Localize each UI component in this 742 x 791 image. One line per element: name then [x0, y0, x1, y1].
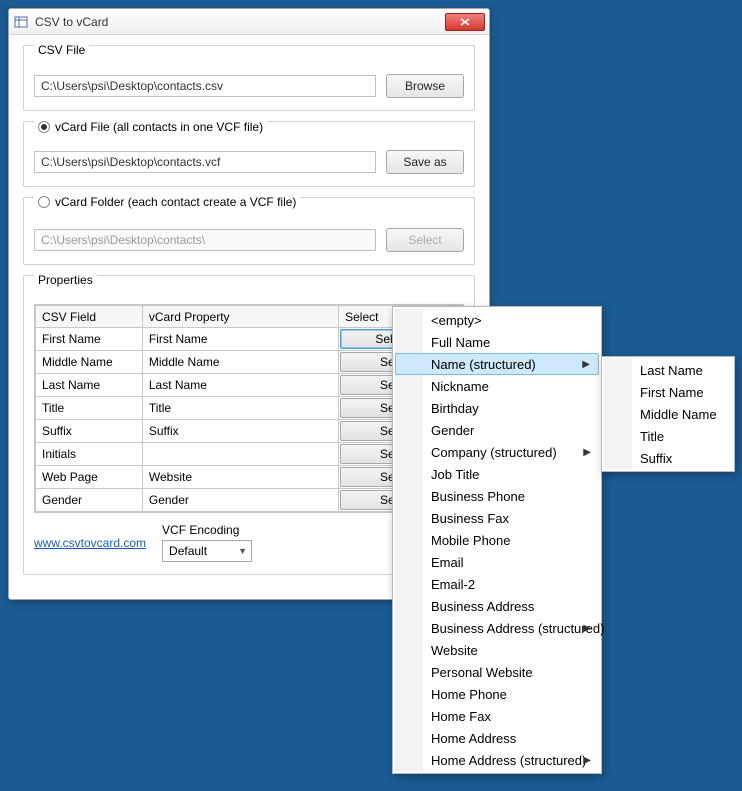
save-as-button[interactable]: Save as: [386, 150, 464, 174]
csv-field-cell: Initials: [36, 443, 143, 466]
submenu-arrow-icon: ▶: [583, 447, 591, 458]
csv-field-cell: Last Name: [36, 374, 143, 397]
vcard-property-cell: First Name: [142, 328, 338, 351]
close-button[interactable]: [445, 13, 485, 31]
menu-item[interactable]: Nickname: [395, 375, 599, 397]
window-title: CSV to vCard: [35, 15, 445, 29]
folder-select-button: Select: [386, 228, 464, 252]
radio-vcard-folder[interactable]: vCard Folder (each contact create a VCF …: [34, 195, 300, 209]
radio-vcard-file-label: vCard File (all contacts in one VCF file…: [55, 120, 263, 134]
submenu-arrow-icon: ▶: [583, 623, 591, 634]
col-csv-header: CSV Field: [36, 306, 143, 328]
table-row: GenderGenderSele: [36, 489, 446, 512]
menu-item[interactable]: Middle Name: [604, 403, 732, 425]
menu-item[interactable]: Home Address: [395, 727, 599, 749]
table-row: Last NameLast NameSele: [36, 374, 446, 397]
menu-item[interactable]: Mobile Phone: [395, 529, 599, 551]
table-row: Web PageWebsiteSele: [36, 466, 446, 489]
group-vcard-file: vCard File (all contacts in one VCF file…: [23, 121, 475, 187]
site-link[interactable]: www.csvtovcard.com: [34, 536, 146, 550]
submenu-arrow-icon: ▶: [582, 359, 590, 370]
vcard-property-cell: Title: [142, 397, 338, 420]
vcard-property-cell: Middle Name: [142, 351, 338, 374]
menu-item[interactable]: Birthday: [395, 397, 599, 419]
table-row: First NameFirst NameSelect: [36, 328, 446, 351]
vcf-path-input[interactable]: [34, 151, 376, 173]
table-row: SuffixSuffixSele: [36, 420, 446, 443]
table-row: InitialsSele: [36, 443, 446, 466]
properties-table: CSV Field vCard Property Select First Na…: [35, 305, 446, 512]
menu-item[interactable]: Home Phone: [395, 683, 599, 705]
col-vcard-header: vCard Property: [142, 306, 338, 328]
menu-item[interactable]: Gender: [395, 419, 599, 441]
menu-item[interactable]: Business Address (structured)▶: [395, 617, 599, 639]
menu-item[interactable]: Suffix: [604, 447, 732, 469]
csv-field-cell: Middle Name: [36, 351, 143, 374]
menu-item[interactable]: Full Name: [395, 331, 599, 353]
submenu-arrow-icon: ▶: [583, 755, 591, 766]
encoding-value: Default: [169, 544, 207, 558]
vcard-property-cell: [142, 443, 338, 466]
app-icon: [13, 14, 29, 30]
table-row: Middle NameMiddle NameSele: [36, 351, 446, 374]
menu-item[interactable]: Company (structured)▶: [395, 441, 599, 463]
menu-item[interactable]: Last Name: [604, 359, 732, 381]
name-structured-submenu: Last NameFirst NameMiddle NameTitleSuffi…: [601, 356, 735, 472]
vcard-property-cell: Last Name: [142, 374, 338, 397]
menu-item[interactable]: Email-2: [395, 573, 599, 595]
menu-item[interactable]: Home Address (structured)▶: [395, 749, 599, 771]
chevron-down-icon: ▼: [238, 546, 247, 556]
radio-icon: [38, 121, 50, 133]
menu-item[interactable]: Website: [395, 639, 599, 661]
csv-path-input[interactable]: [34, 75, 376, 97]
radio-icon: [38, 196, 50, 208]
menu-item[interactable]: Name (structured)▶: [395, 353, 599, 375]
table-row: TitleTitleSele: [36, 397, 446, 420]
browse-button[interactable]: Browse: [386, 74, 464, 98]
group-properties-label: Properties: [34, 273, 97, 287]
encoding-dropdown[interactable]: Default ▼: [162, 540, 252, 562]
group-csv-file: CSV File Browse: [23, 45, 475, 111]
menu-item[interactable]: Business Fax: [395, 507, 599, 529]
menu-item[interactable]: Email: [395, 551, 599, 573]
vcard-property-cell: Suffix: [142, 420, 338, 443]
menu-item[interactable]: Business Phone: [395, 485, 599, 507]
encoding-label: VCF Encoding: [162, 523, 252, 537]
vcard-property-cell: Gender: [142, 489, 338, 512]
radio-vcard-folder-label: vCard Folder (each contact create a VCF …: [55, 195, 296, 209]
csv-field-cell: First Name: [36, 328, 143, 351]
menu-item[interactable]: Personal Website: [395, 661, 599, 683]
menu-item[interactable]: Job Title: [395, 463, 599, 485]
group-vcard-folder: vCard Folder (each contact create a VCF …: [23, 197, 475, 265]
menu-item[interactable]: Title: [604, 425, 732, 447]
menu-item[interactable]: <empty>: [395, 309, 599, 331]
group-csv-label: CSV File: [34, 43, 89, 57]
menu-item[interactable]: First Name: [604, 381, 732, 403]
csv-field-cell: Web Page: [36, 466, 143, 489]
vcard-property-cell: Website: [142, 466, 338, 489]
vcard-property-menu: <empty>Full NameName (structured)▶Nickna…: [392, 306, 602, 774]
csv-field-cell: Suffix: [36, 420, 143, 443]
menu-item[interactable]: Business Address: [395, 595, 599, 617]
csv-field-cell: Title: [36, 397, 143, 420]
menu-item[interactable]: Home Fax: [395, 705, 599, 727]
folder-path-input: [34, 229, 376, 251]
csv-field-cell: Gender: [36, 489, 143, 512]
radio-vcard-file[interactable]: vCard File (all contacts in one VCF file…: [34, 120, 267, 134]
titlebar: CSV to vCard: [9, 9, 489, 35]
